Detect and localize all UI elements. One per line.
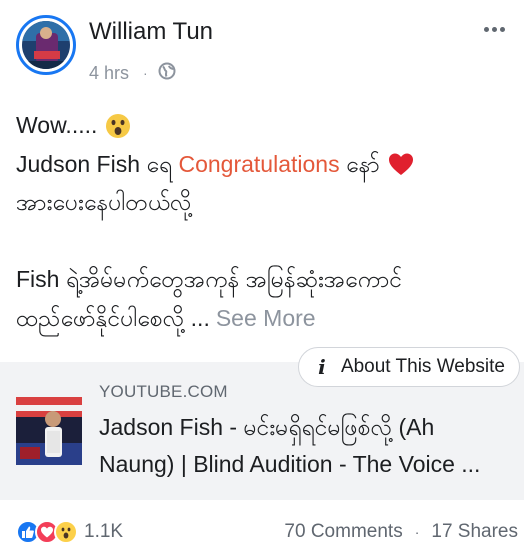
post-text-line: ထည်ဖော်နိုင်ပါစေလို့ ... [16,304,210,331]
about-website-button[interactable]: i About This Website [297,347,520,387]
post-text-line: Wow..... [16,112,98,138]
post-line: အားပေးနေပါတယ်လို့ [16,183,516,222]
more-horizontal-icon[interactable] [476,14,512,44]
author-avatar[interactable] [16,15,76,75]
red-heart-icon [388,151,414,177]
post-text: Wow..... Judson Fish ရေ Congratulations … [16,106,516,337]
link-thumbnail[interactable] [16,397,82,465]
post-text-line: နော် [339,150,380,177]
post-line: Judson Fish ရေ Congratulations နော် [16,145,516,184]
link-domain: YOUTUBE.COM [99,382,228,401]
meta-separator: · [143,65,148,81]
post-line: Wow..... [16,106,516,145]
reaction-count: 1.1K [84,521,124,542]
post-line: Fish ရဲ့အိမ်မက်တွေအကုန် အမြန်ဆုံးအကောင် [16,260,516,299]
post-text-line: အားပေးနေပါတယ်လို့ [16,189,192,215]
post-meta: 4 hrs · [89,61,176,85]
link-title-line: Naung) | Blind Audition - The Voice ... [99,451,481,477]
link-title-line: Jadson Fish - မင်းမရှိရင်မဖြစ်လို့ (Ah [99,414,435,440]
video-thumbnail-image [16,397,82,465]
see-more-link[interactable]: See More [216,299,316,338]
globe-icon [158,62,176,85]
counts-separator: · [414,524,420,540]
post-time[interactable]: 4 hrs [89,63,129,84]
surprised-face-icon [105,112,131,139]
comments-count[interactable]: 70 Comments [284,521,402,543]
highlighted-word: Congratulations [178,150,340,177]
engagement-counts: 70 Comments · 17 Shares [284,517,518,547]
post-text-line: Fish ရဲ့အိမ်မက်တွေအကုန် အမြန်ဆုံးအကောင် [16,266,403,292]
post-text-line: Judson Fish ရေ [16,150,179,177]
about-website-label: About This Website [340,356,505,377]
reaction-summary[interactable]: 1.1K [16,517,123,547]
author-name[interactable]: William Tun [89,18,213,46]
avatar-image [22,21,70,69]
info-icon: i [318,355,326,379]
wow-reaction-icon [54,520,78,544]
post-line: ထည်ဖော်နိုင်ပါစေလို့ ... See More [16,299,516,338]
link-title[interactable]: Jadson Fish - မင်းမရှိရင်မဖြစ်လို့ (Ah N… [99,409,519,483]
shares-count[interactable]: 17 Shares [431,521,518,543]
